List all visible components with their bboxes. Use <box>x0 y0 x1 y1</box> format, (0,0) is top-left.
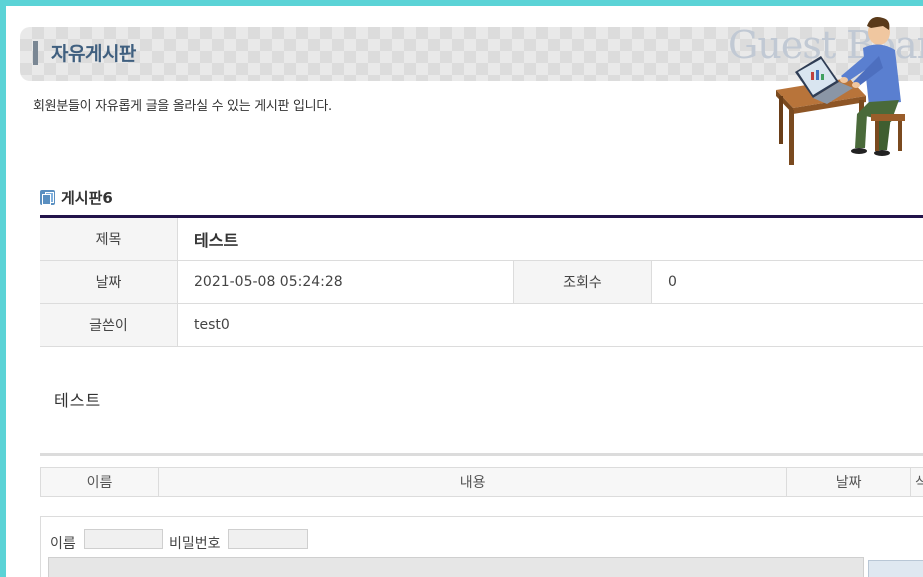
comment-form: 이름 비밀번호 <box>40 516 923 577</box>
comment-password-input[interactable] <box>228 529 308 549</box>
subject-label: 제목 <box>40 218 178 260</box>
date-row: 날짜 2021-05-08 05:24:28 조회수 0 <box>40 261 923 304</box>
board-icon <box>40 190 55 205</box>
date-label: 날짜 <box>40 261 178 303</box>
post-detail-table: 제목 테스트 날짜 2021-05-08 05:24:28 조회수 0 글쓴이 … <box>40 215 923 347</box>
column-content: 내용 <box>159 468 788 496</box>
views-label: 조회수 <box>514 261 652 303</box>
comment-submit-button[interactable] <box>868 560 923 577</box>
comment-list-header: 이름 내용 날짜 삭 <box>40 467 923 497</box>
column-name: 이름 <box>41 468 160 496</box>
author-row: 글쓴이 test0 <box>40 304 923 347</box>
page: 자유게시판 Guest Board 회원분들이 자유롭게 글을 올라실 수 있는… <box>6 6 923 577</box>
author-value: test0 <box>194 317 230 333</box>
comment-password-label: 비밀번호 <box>169 536 221 552</box>
page-title: 자유게시판 <box>51 43 136 65</box>
column-date: 날짜 <box>787 468 912 496</box>
page-description: 회원분들이 자유롭게 글을 올라실 수 있는 게시판 입니다. <box>33 99 332 114</box>
person-at-computer-illustration <box>776 17 905 165</box>
author-label: 글쓴이 <box>40 304 178 346</box>
subject-row: 제목 테스트 <box>40 218 923 261</box>
title-accent-bar <box>33 41 38 65</box>
content-divider <box>40 453 923 456</box>
subject-value: 테스트 <box>194 231 239 250</box>
board-label: 게시판6 <box>40 187 113 208</box>
comment-name-label: 이름 <box>50 536 76 552</box>
date-value: 2021-05-08 05:24:28 <box>178 261 514 303</box>
views-value: 0 <box>668 274 677 290</box>
post-content: 테스트 <box>54 391 102 410</box>
comment-textarea[interactable] <box>48 557 864 577</box>
comment-name-input[interactable] <box>84 529 163 549</box>
board-name: 게시판6 <box>61 189 113 207</box>
column-delete: 삭 <box>915 475 923 491</box>
